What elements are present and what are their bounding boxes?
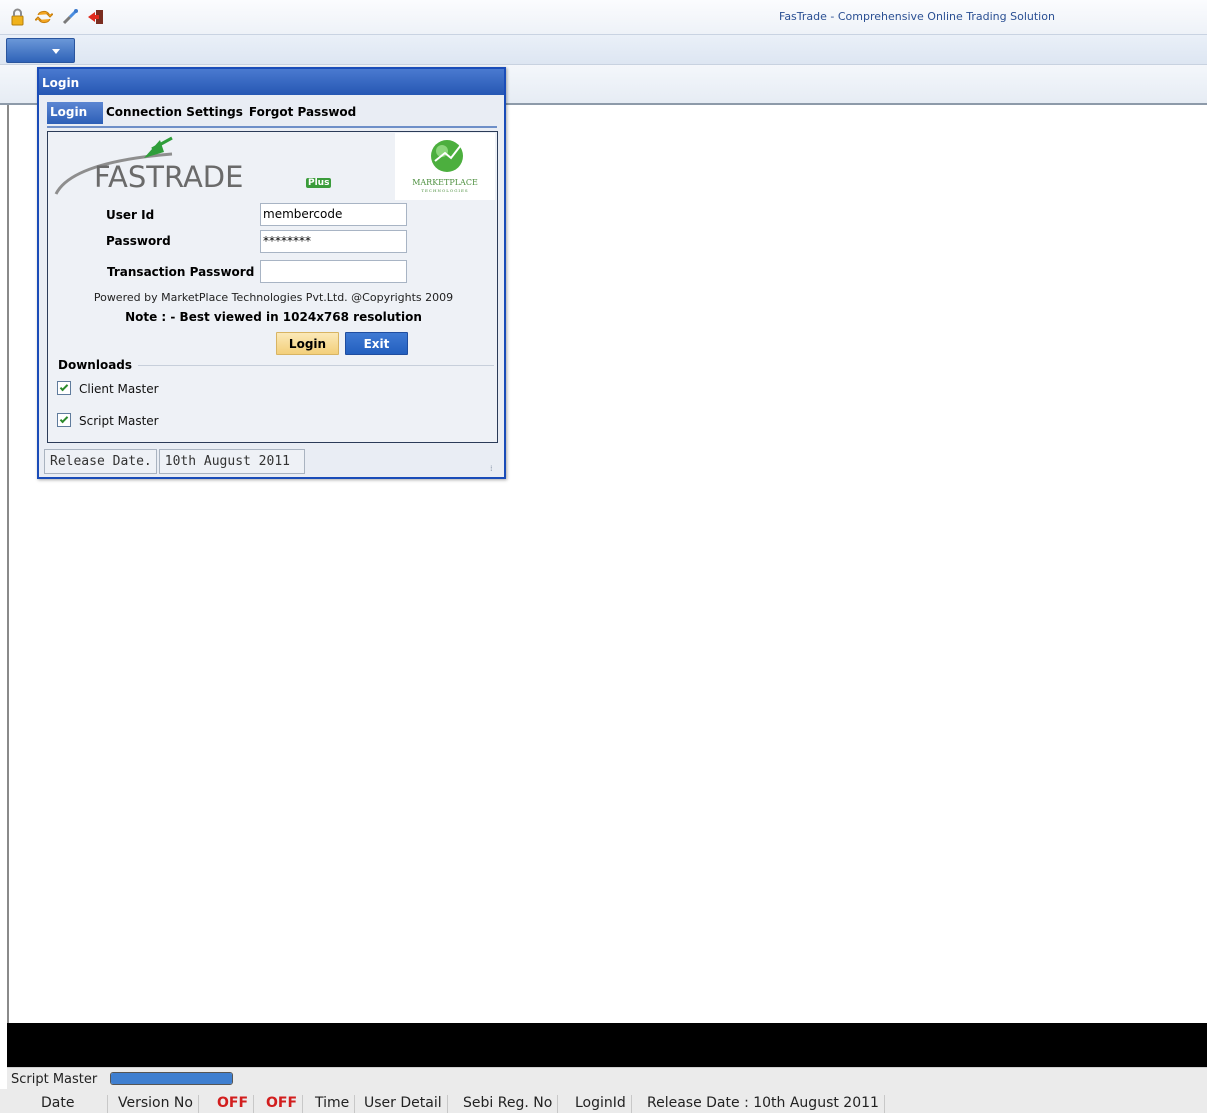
logo-text: FASTRADE [94, 160, 244, 194]
status-release-date: Release Date : 10th August 2011 [647, 1095, 885, 1113]
script-master-label: Script Master [79, 414, 159, 428]
menu-strip [0, 35, 1207, 65]
script-master-progress-label: Script Master [11, 1072, 98, 1087]
fastrade-logo: FASTRADE Plus [52, 134, 392, 200]
exit-button[interactable]: Exit [345, 332, 408, 355]
downloads-legend: Downloads [58, 358, 137, 372]
title-bar: FasTrade - Comprehensive Online Trading … [0, 0, 1207, 35]
marketplace-logo: MARKETPLACE TECHNOLOGIES [395, 133, 495, 200]
password-label: Password [106, 234, 171, 248]
status-date: Date [41, 1095, 108, 1113]
globe-icon [431, 140, 463, 172]
script-master-progress [110, 1072, 233, 1085]
app-title: FasTrade - Comprehensive Online Trading … [779, 10, 1055, 23]
login-tabs: Login Connection Settings Forgot Passwod [47, 102, 359, 126]
logo-plus-badge: Plus [306, 178, 332, 188]
script-master-checkbox[interactable] [57, 413, 71, 427]
marketplace-subtitle: TECHNOLOGIES [421, 188, 469, 193]
client-master-label: Client Master [79, 382, 159, 396]
connect-icon[interactable] [61, 8, 79, 26]
dialog-status-bar: Release Date. 10th August 2011 [44, 449, 307, 474]
status-version: Version No [118, 1095, 199, 1113]
status-user-detail: User Detail [364, 1095, 448, 1113]
quick-toolbar [9, 8, 105, 26]
status-off-2: OFF [266, 1095, 304, 1113]
script-master-bar: Script Master [7, 1067, 1207, 1089]
checkmark-icon [59, 382, 69, 392]
powered-by-text: Powered by MarketPlace Technologies Pvt.… [93, 291, 454, 304]
transaction-password-label: Transaction Password [107, 265, 255, 279]
chevron-down-icon [52, 49, 60, 54]
status-login-id: LoginId [575, 1095, 632, 1113]
user-id-input[interactable]: membercode [260, 203, 407, 226]
ticker-band [7, 1023, 1207, 1067]
status-sebi-reg: Sebi Reg. No [463, 1095, 559, 1113]
marketplace-name: MARKETPLACE [412, 178, 478, 187]
login-button[interactable]: Login [276, 332, 339, 355]
status-bar: Date Version No OFF OFF Time User Detail… [0, 1089, 1207, 1113]
exit-icon[interactable] [87, 8, 105, 26]
downloads-divider [138, 365, 494, 366]
release-date-label: Release Date. [44, 449, 157, 474]
login-panel: FASTRADE Plus MARKETPLACE TECHNOLOGIES U… [47, 131, 498, 443]
resize-grip-icon[interactable]: ⁞ [490, 464, 500, 474]
dialog-title: Login [39, 69, 504, 95]
client-master-checkbox[interactable] [57, 381, 71, 395]
main-menu-dropdown[interactable] [6, 38, 75, 63]
transaction-password-input[interactable] [260, 260, 407, 283]
tab-underline [47, 126, 497, 128]
refresh-icon[interactable] [35, 8, 53, 26]
lock-icon[interactable] [9, 8, 27, 26]
status-off-1: OFF [217, 1095, 255, 1113]
checkmark-icon [59, 414, 69, 424]
password-input[interactable]: ******** [260, 230, 407, 253]
release-date-value: 10th August 2011 [158, 449, 305, 474]
tab-forgot-password[interactable]: Forgot Passwod [246, 102, 359, 124]
login-dialog: Login Login Connection Settings Forgot P… [37, 67, 506, 479]
tab-connection-settings[interactable]: Connection Settings [103, 102, 246, 124]
user-id-label: User Id [106, 208, 155, 222]
resolution-note: Note : - Best viewed in 1024x768 resolut… [125, 310, 422, 324]
status-time: Time [315, 1095, 356, 1113]
progress-fill [111, 1073, 232, 1084]
tab-login[interactable]: Login [47, 102, 103, 124]
